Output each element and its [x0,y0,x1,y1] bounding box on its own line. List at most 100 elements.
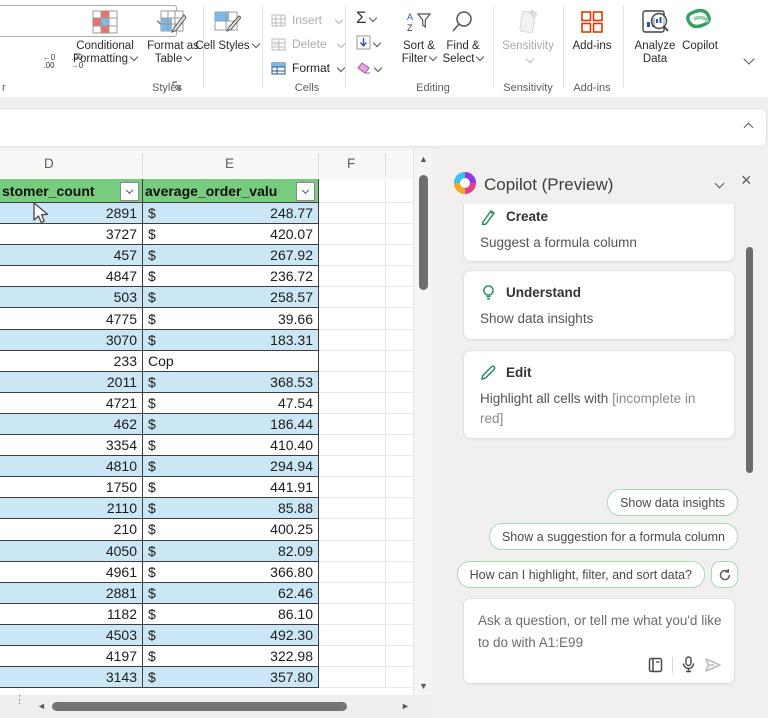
formula-bar[interactable] [0,108,767,147]
cell-f-empty[interactable] [319,583,386,604]
delete-button[interactable]: Delete [270,33,344,55]
cell-customer-count[interactable]: 503 [0,287,143,308]
send-icon[interactable] [704,657,722,673]
cell-f-empty[interactable] [319,435,386,456]
chip-formula-column-suggestion[interactable]: Show a suggestion for a formula column [489,523,738,550]
cell-customer-count[interactable]: 2891 [0,203,143,224]
refresh-suggestions-button[interactable] [711,561,738,588]
cell-g-empty[interactable] [386,266,413,287]
column-header-f[interactable]: F [347,156,355,171]
cell-f-empty[interactable] [319,456,386,477]
cell-customer-count[interactable]: 462 [0,414,143,435]
cell-g-empty[interactable] [386,393,413,414]
sheet-tab-split-handle[interactable]: ⋮ [14,698,25,703]
cell-g-empty[interactable] [386,498,413,519]
header-cell-customer-count[interactable]: stomer_count [0,179,143,203]
cell-f-empty[interactable] [319,266,386,287]
cell-average-order-value[interactable]: $258.57 [143,287,319,308]
cell-f-empty[interactable] [319,562,386,583]
cell-customer-count[interactable]: 4197 [0,646,143,667]
cell-g-empty[interactable] [386,583,413,604]
cell-g-empty[interactable] [386,456,413,477]
cell-f-empty[interactable] [319,224,386,245]
cell-customer-count[interactable]: 3727 [0,224,143,245]
find-select-button[interactable]: Find & Select [440,5,486,79]
chip-highlight-filter-sort[interactable]: How can I highlight, filter, and sort da… [457,561,705,588]
header-cell-average-order-value[interactable]: average_order_valu [143,179,319,203]
analyze-data-button[interactable]: Analyze Data [629,5,681,79]
conditional-formatting-button[interactable]: Conditional Formatting [73,5,137,79]
cell-average-order-value[interactable]: $357.80 [143,667,319,688]
cell-g-empty[interactable] [386,562,413,583]
cell-f-empty[interactable] [319,414,386,435]
chip-show-data-insights[interactable]: Show data insights [607,489,738,516]
cell-f-empty[interactable] [319,287,386,308]
cell-g-empty[interactable] [386,330,413,351]
column-header-d[interactable]: D [44,156,54,171]
cell-g-empty[interactable] [386,541,413,562]
cell-customer-count[interactable]: 4721 [0,393,143,414]
formula-bar-expand-chevron-icon[interactable] [744,123,754,133]
cell-average-order-value[interactable]: $410.40 [143,435,319,456]
cell-g-empty[interactable] [386,224,413,245]
cell-customer-count[interactable]: 210 [0,519,143,540]
cell-g-empty[interactable] [386,245,413,266]
ribbon-collapse-chevron-icon[interactable] [743,53,754,64]
filter-dropdown-button[interactable] [296,182,315,201]
cell-g-empty[interactable] [386,287,413,308]
cell-average-order-value[interactable]: $62.46 [143,583,319,604]
clear-button[interactable] [356,60,381,75]
cell-average-order-value[interactable]: $368.53 [143,372,319,393]
cell-f-empty[interactable] [319,203,386,224]
cell-customer-count[interactable]: 1750 [0,477,143,498]
cell-g-empty[interactable] [386,372,413,393]
cell-g-empty[interactable] [386,414,413,435]
cell-customer-count[interactable]: 233 [0,351,143,372]
cell-customer-count[interactable]: 3354 [0,435,143,456]
format-button[interactable]: Format [270,57,344,79]
vertical-scrollbar-thumb[interactable] [419,175,428,290]
cell-average-order-value[interactable]: $267.92 [143,245,319,266]
copilot-ribbon-button[interactable]: Copilot [676,5,724,79]
cell-average-order-value[interactable]: $236.72 [143,266,319,287]
cell-f-empty[interactable] [319,646,386,667]
cell-customer-count[interactable]: 3143 [0,667,143,688]
cell-average-order-value[interactable]: $248.77 [143,203,319,224]
increase-decimal-button[interactable]: ←0.00 [36,49,62,75]
cell-average-order-value[interactable]: $420.07 [143,224,319,245]
cell-customer-count[interactable]: 4961 [0,562,143,583]
sort-filter-button[interactable]: AZ Sort & Filter [396,5,442,79]
horizontal-scrollbar-thumb[interactable] [52,702,347,711]
add-ins-button[interactable]: Add-ins [566,5,618,79]
vertical-scrollbar[interactable]: ▲ ▼ [413,150,433,695]
suggestion-card-edit[interactable]: Edit Highlight all cells with [incomplet… [463,350,735,439]
cell-f-empty[interactable] [319,245,386,266]
cell-g-empty[interactable] [386,519,413,540]
copilot-input[interactable]: Ask a question, or tell me what you'd li… [478,610,724,654]
horizontal-scrollbar[interactable]: ⋮ ◄ ► [0,695,433,718]
cell-customer-count[interactable]: 2011 [0,372,143,393]
cell-customer-count[interactable]: 4503 [0,625,143,646]
cell-average-order-value[interactable]: $322.98 [143,646,319,667]
cell-average-order-value[interactable]: $39.66 [143,308,319,329]
cell-g-empty[interactable] [386,667,413,688]
cell-f-empty[interactable] [319,625,386,646]
cell-f-empty[interactable] [319,393,386,414]
scroll-right-icon[interactable]: ► [396,700,415,712]
prompt-guide-icon[interactable] [648,657,663,673]
cell-customer-count[interactable]: 1182 [0,604,143,625]
cell-average-order-value[interactable]: $294.94 [143,456,319,477]
cell-average-order-value[interactable]: $85.88 [143,498,319,519]
cell-f-empty[interactable] [319,604,386,625]
cell-customer-count[interactable]: 3070 [0,330,143,351]
cell-average-order-value[interactable]: $441.91 [143,477,319,498]
panel-close-icon[interactable]: × [741,170,752,191]
cell-average-order-value[interactable]: $492.30 [143,625,319,646]
suggestion-card-create[interactable]: Create Suggest a formula column [463,204,735,262]
cell-average-order-value[interactable]: $366.80 [143,562,319,583]
header-cell-g-empty[interactable] [386,179,413,203]
cell-f-empty[interactable] [319,519,386,540]
cell-g-empty[interactable] [386,203,413,224]
cell-average-order-value[interactable]: $183.31 [143,330,319,351]
cell-average-order-value[interactable]: $82.09 [143,541,319,562]
